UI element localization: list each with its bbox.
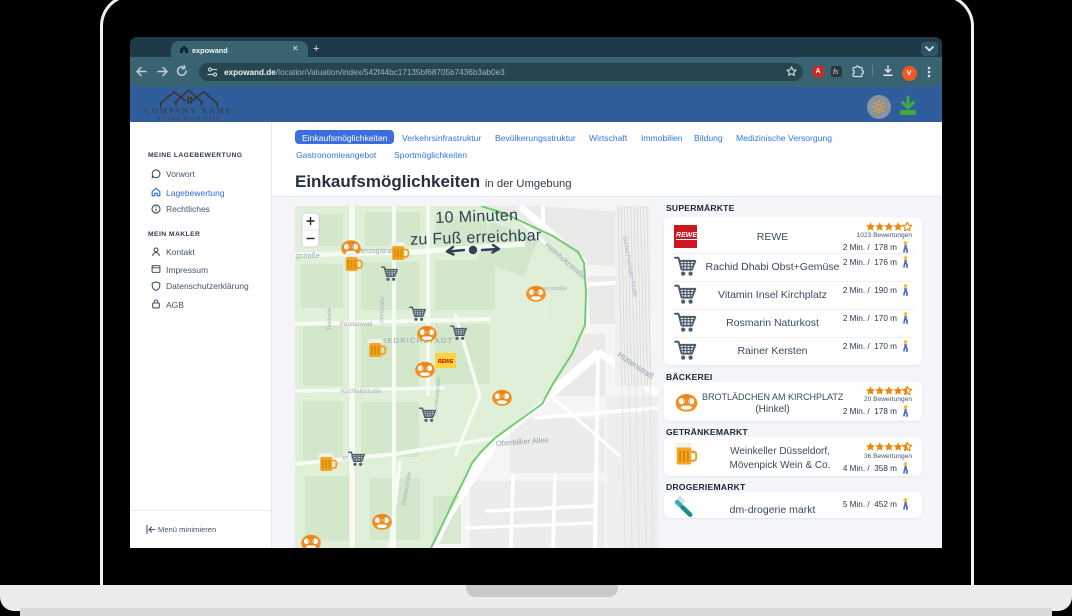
- svg-text:COMPANY NAME: COMPANY NAME: [145, 107, 232, 116]
- svg-text:Jahnstraße: Jahnstraße: [379, 296, 386, 324]
- svg-text:gstraße: gstraße: [296, 253, 320, 260]
- svg-text:Slogan Goes Here: Slogan Goes Here: [157, 116, 220, 122]
- svg-text:10 Minuten: 10 Minuten: [435, 207, 519, 227]
- svg-text:Kirchfeldstraße: Kirchfeldstraße: [341, 389, 382, 395]
- svg-text:Talstraße: Talstraße: [327, 307, 333, 330]
- svg-text:REWE: REWE: [438, 359, 454, 365]
- svg-text:Fürstenwall: Fürstenwall: [340, 321, 372, 328]
